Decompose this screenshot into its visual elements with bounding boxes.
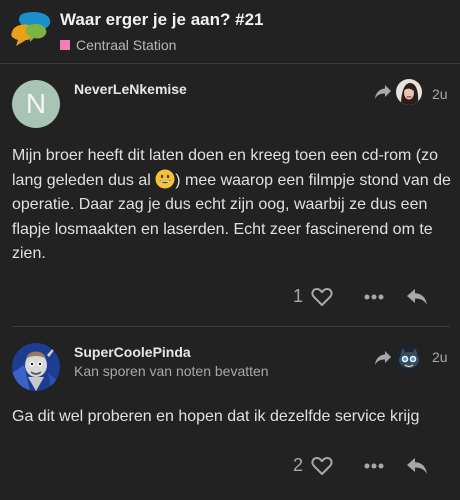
username[interactable]: SuperCoolePinda [74, 344, 191, 360]
share-arrow-icon [375, 85, 391, 99]
like-button[interactable] [309, 456, 335, 476]
post: SuperCoolePinda Kan sporen van noten bev… [0, 327, 460, 500]
post: N NeverLeNkemise 2u Mijn broer heeft dit… [0, 64, 460, 326]
category-badge[interactable]: Centraal Station [60, 37, 176, 53]
avatar[interactable]: N [12, 80, 60, 128]
username[interactable]: NeverLeNkemise [74, 81, 187, 97]
reply-arrow-icon [407, 457, 428, 474]
reply-to-indicator[interactable] [374, 345, 422, 371]
user-title: Kan sporen van noten bevatten [74, 363, 269, 379]
post-actions: 1 [293, 286, 431, 307]
more-options-button[interactable] [359, 294, 389, 300]
heart-outline-icon [311, 287, 333, 306]
avatar[interactable] [12, 343, 60, 391]
like-count[interactable]: 2 [293, 455, 303, 476]
forum-logo-icon[interactable] [8, 10, 52, 52]
post-actions: 2 [293, 455, 431, 476]
post-age[interactable]: 2u [432, 86, 448, 102]
avatar-letter: N [25, 88, 47, 119]
ellipsis-icon [364, 463, 384, 468]
post-body: Mijn broer heeft dit laten doen en kreeg… [12, 144, 452, 267]
category-label: Centraal Station [76, 37, 177, 53]
reply-arrow-icon [407, 288, 428, 305]
more-options-button[interactable] [359, 463, 389, 469]
heart-outline-icon [311, 456, 333, 475]
topic-title[interactable]: Waar erger je je aan? #21 [60, 10, 263, 30]
topic-header: Waar erger je je aan? #21 Centraal Stati… [0, 0, 460, 63]
like-button[interactable] [309, 287, 335, 307]
reply-to-avatar [396, 79, 422, 105]
reply-to-avatar [396, 345, 422, 371]
post-age[interactable]: 2u [432, 349, 448, 365]
post-body: Ga dit wel proberen en hopen dat ik deze… [12, 408, 420, 425]
category-color-swatch [60, 40, 70, 50]
grinning-emoji-icon [155, 169, 175, 188]
share-arrow-icon [375, 351, 391, 365]
reply-button[interactable] [403, 288, 431, 306]
avatar-image [12, 343, 60, 391]
like-count[interactable]: 1 [293, 286, 303, 307]
reply-button[interactable] [403, 457, 431, 475]
reply-to-indicator[interactable] [374, 79, 422, 105]
ellipsis-icon [364, 294, 384, 299]
